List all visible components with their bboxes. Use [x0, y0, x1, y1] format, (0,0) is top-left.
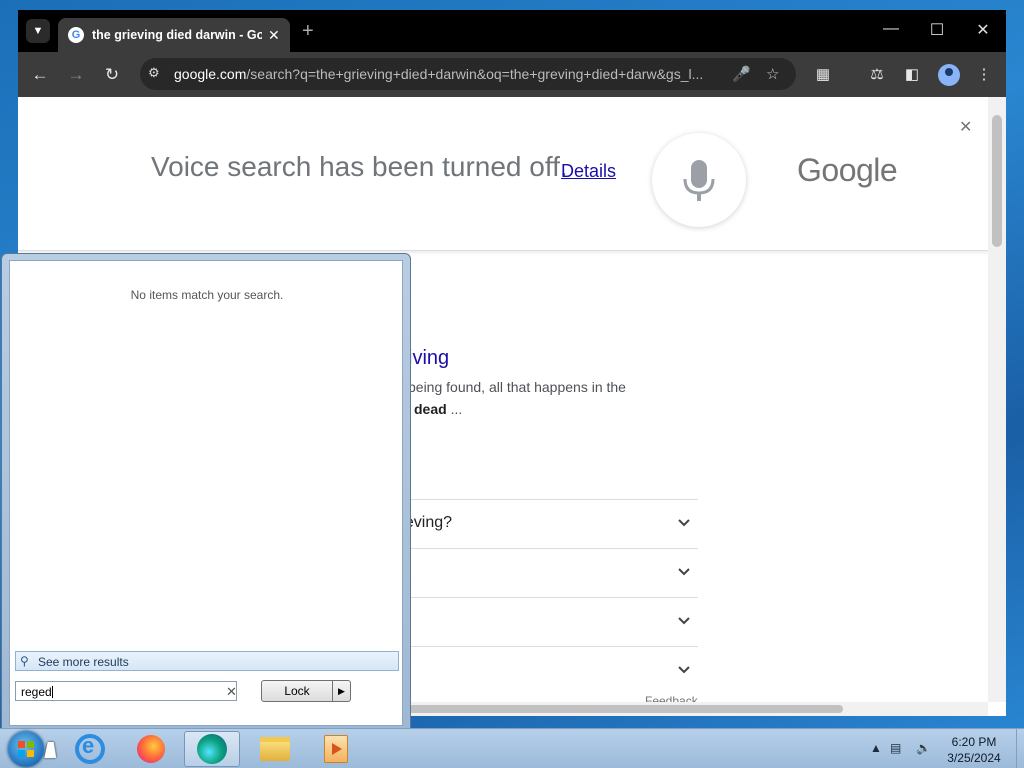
labs-flask-icon[interactable]: ⚖ — [867, 65, 887, 83]
see-more-results-button[interactable]: ⚲ See more results — [15, 651, 399, 671]
clock-date: 3/25/2024 — [947, 751, 1001, 765]
lock-button[interactable]: Lock — [261, 680, 333, 702]
volume-muted-icon[interactable]: 🔈 — [916, 741, 931, 755]
tab-active[interactable]: G the grieving died darwin - Goo ✕ — [58, 18, 290, 52]
minimize-button[interactable]: — — [876, 20, 906, 38]
snippet-bold: dead — [414, 401, 447, 417]
chevron-down-icon — [678, 617, 690, 625]
firefox-icon — [137, 735, 165, 763]
shutdown-options-arrow-icon[interactable]: ▶ — [332, 680, 351, 702]
mic-off-icon[interactable]: 🎤 — [732, 65, 751, 83]
taskbar-firefox[interactable] — [123, 731, 179, 767]
google-logo: Google — [797, 152, 898, 188]
google-favicon-icon: G — [68, 27, 84, 43]
extensions-icon[interactable]: ▦ — [813, 65, 833, 83]
url-path: /search?q=the+grieving+died+darwin&oq=th… — [246, 66, 704, 82]
vertical-scrollbar[interactable] — [988, 97, 1006, 702]
url-text: google.com/search?q=the+grieving+died+da… — [174, 66, 724, 82]
close-window-button[interactable]: ✕ — [968, 20, 998, 40]
people-also-ask-row[interactable] — [396, 548, 698, 597]
maximize-button[interactable]: ☐ — [922, 20, 952, 40]
new-tab-button[interactable]: + — [302, 20, 314, 43]
bookmark-star-icon[interactable]: ☆ — [766, 65, 779, 83]
reload-button[interactable]: ↻ — [101, 64, 123, 86]
system-clock[interactable]: 6:20 PM 3/25/2024 — [935, 734, 1013, 766]
people-also-ask-row[interactable]: rieving? — [396, 499, 698, 548]
vertical-scroll-thumb[interactable] — [992, 115, 1002, 247]
close-banner-icon[interactable]: ✕ — [959, 117, 972, 137]
snippet-tail: ... — [446, 401, 463, 417]
voice-search-banner: Voice search has been turned off. Detail… — [18, 97, 988, 251]
taskbar-edge[interactable] — [184, 731, 240, 767]
search-input-value: reged — [21, 685, 52, 699]
voice-off-message: Voice search has been turned off. — [151, 151, 568, 182]
result-title-link[interactable]: iving — [408, 347, 449, 370]
details-link[interactable]: Details — [561, 161, 616, 182]
microphone-button[interactable] — [652, 133, 746, 227]
result-snippet-line: being found, all that happens in the — [408, 379, 626, 395]
start-search-results: No items match your search. ⚲ See more r… — [9, 260, 403, 726]
menu-kebab-icon[interactable]: ⋮ — [974, 65, 994, 83]
see-more-label: See more results — [38, 655, 129, 669]
taskbar-internet-explorer[interactable] — [62, 731, 118, 767]
start-button-windows-icon[interactable] — [8, 731, 44, 767]
close-tab-icon[interactable]: ✕ — [268, 27, 280, 44]
network-icon[interactable]: ▤ — [890, 741, 901, 755]
internet-explorer-icon — [75, 733, 105, 764]
forward-button[interactable]: → — [65, 64, 87, 86]
media-player-icon — [324, 735, 348, 763]
horizontal-scroll-thumb[interactable] — [408, 705, 843, 713]
edge-icon — [197, 734, 227, 764]
chevron-down-icon: ▼ — [32, 25, 44, 37]
text-caret — [51, 686, 53, 698]
taskbar: ▲ ▤ 🔈 6:20 PM 3/25/2024 — [0, 728, 1024, 768]
browser-toolbar: ← → ↻ ⚙ google.com/search?q=the+grieving… — [18, 52, 1006, 97]
tab-search-button[interactable]: ▼ — [26, 19, 50, 43]
microphone-icon — [683, 160, 715, 201]
result-snippet-line-2: dead ... — [414, 401, 462, 417]
people-also-ask-row[interactable] — [396, 646, 698, 694]
start-menu: No items match your search. ⚲ See more r… — [1, 253, 411, 729]
folder-icon — [260, 737, 290, 761]
start-search-input[interactable]: reged — [15, 681, 237, 701]
tab-title: the grieving died darwin - Goo — [92, 28, 262, 42]
tab-strip: ▼ G the grieving died darwin - Goo ✕ + —… — [18, 10, 1006, 52]
site-info-icon[interactable]: ⚙ — [148, 65, 160, 81]
profile-avatar-icon[interactable] — [938, 64, 960, 86]
chevron-down-icon — [678, 568, 690, 576]
people-also-ask-row[interactable] — [396, 597, 698, 646]
show-hidden-icons-arrow-icon[interactable]: ▲ — [870, 741, 882, 755]
address-bar[interactable]: ⚙ google.com/search?q=the+grieving+died+… — [140, 58, 796, 90]
side-panel-icon[interactable]: ◧ — [902, 65, 922, 83]
magnifier-icon: ⚲ — [20, 654, 29, 668]
taskbar-file-explorer[interactable] — [247, 731, 303, 767]
clock-time: 6:20 PM — [951, 735, 997, 749]
back-button[interactable]: ← — [29, 64, 51, 86]
chevron-down-icon — [678, 519, 690, 527]
no-items-message: No items match your search. — [130, 288, 284, 302]
url-host: google.com — [174, 66, 247, 82]
chevron-down-icon — [678, 666, 690, 674]
taskbar-media-player[interactable] — [308, 731, 364, 767]
clear-search-icon[interactable]: ✕ — [226, 684, 237, 700]
show-desktop-button[interactable] — [1016, 729, 1024, 768]
